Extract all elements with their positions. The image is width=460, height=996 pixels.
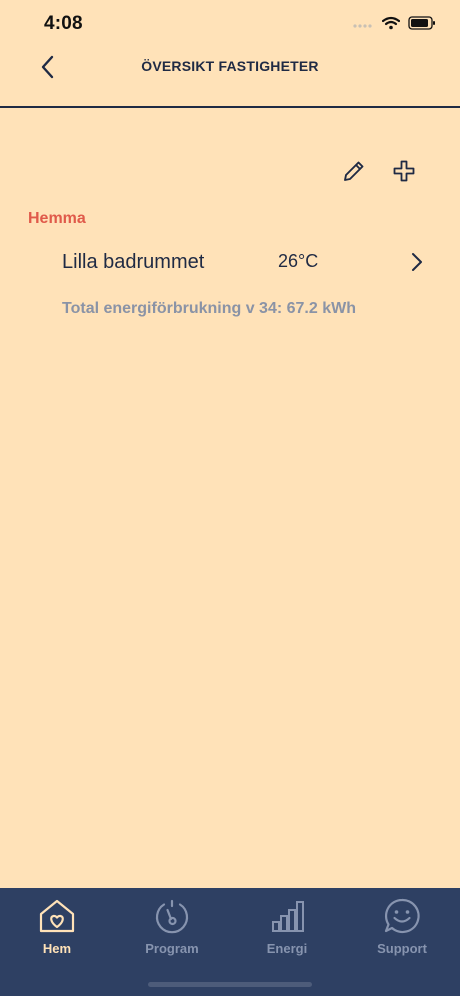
- add-button[interactable]: [389, 158, 419, 188]
- bar-chart-icon: [268, 898, 306, 939]
- tab-label: Hem: [42, 941, 72, 956]
- property-name: Hemma: [28, 210, 86, 227]
- dial-icon: [153, 898, 191, 939]
- plus-icon: [392, 159, 416, 188]
- page-title: ÖVERSIKT FASTIGHETER: [141, 58, 319, 74]
- home-indicator: [148, 982, 312, 987]
- smiley-chat-icon: [383, 898, 421, 939]
- room-row[interactable]: Lilla badrummet 26°C: [0, 244, 460, 282]
- status-time: 4:08: [44, 13, 83, 34]
- tab-label: Support: [377, 941, 427, 956]
- tab-bar: Hem Program Energi Support: [0, 888, 460, 996]
- pencil-icon: [342, 159, 366, 188]
- status-icons: [352, 16, 436, 35]
- tab-energi[interactable]: Energi: [242, 898, 332, 956]
- navigation-header: ÖVERSIKT FASTIGHETER: [0, 50, 460, 108]
- tab-program[interactable]: Program: [127, 898, 217, 956]
- signal-icon: [352, 17, 374, 35]
- room-temperature: 26°C: [278, 251, 319, 271]
- home-heart-icon: [38, 898, 76, 939]
- wifi-icon: [381, 16, 401, 35]
- battery-icon: [408, 16, 436, 35]
- tab-label: Energi: [266, 941, 308, 956]
- energy-summary: Total energiförbrukning v 34: 67.2 kWh: [62, 300, 356, 317]
- status-bar: 4:08: [0, 0, 460, 50]
- tab-support[interactable]: Support: [357, 898, 447, 956]
- chevron-right-icon: [410, 250, 424, 279]
- tab-label: Program: [145, 941, 199, 956]
- tab-hem[interactable]: Hem: [12, 898, 102, 956]
- room-name: Lilla badrummet: [62, 251, 205, 273]
- edit-button[interactable]: [339, 158, 369, 188]
